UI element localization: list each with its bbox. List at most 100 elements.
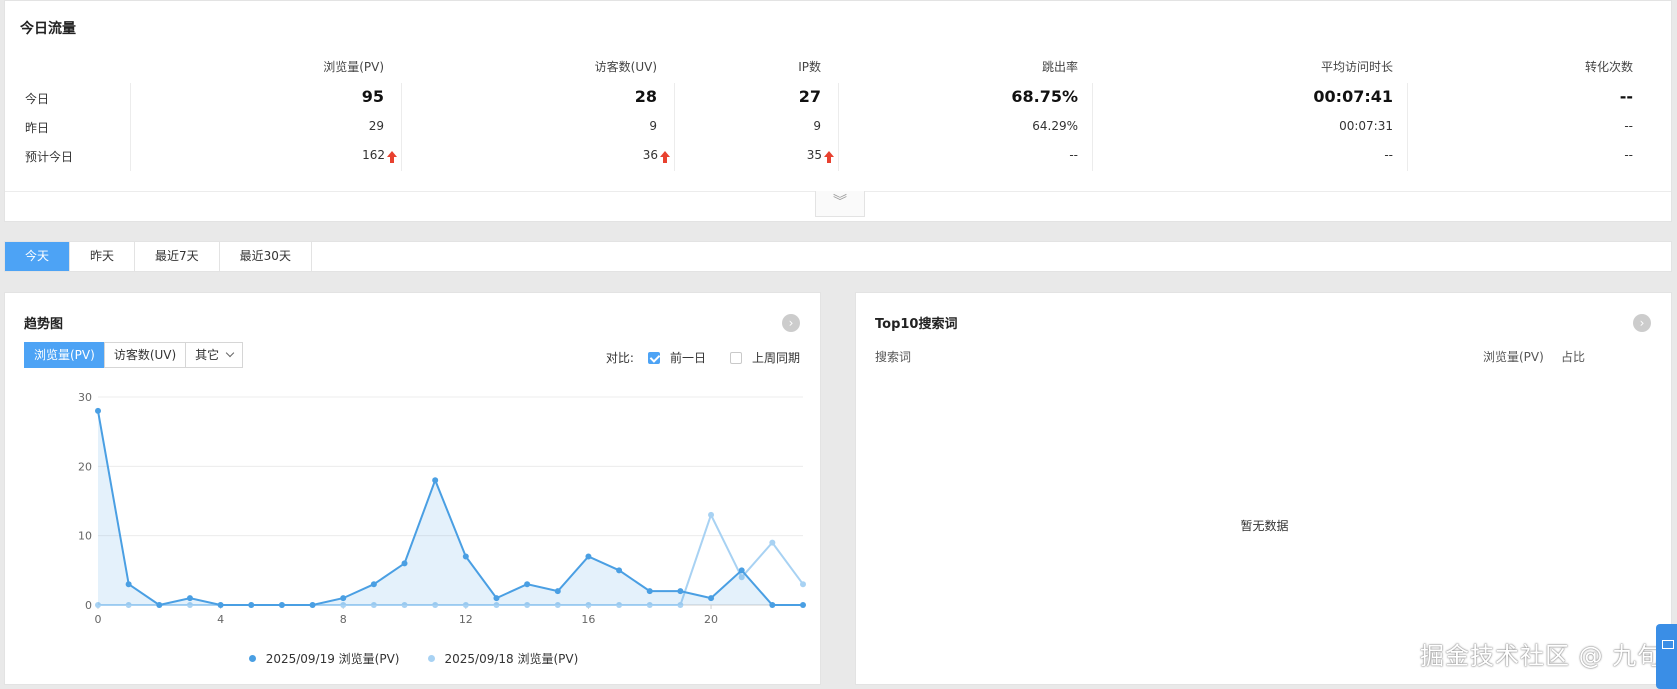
stats-table: 浏览量(PV) 访客数(UV) IP数 跳出率 平均访问时长 转化次数 今日 95… <box>5 53 1673 170</box>
col-header-conversion: 转化次数 <box>1584 60 1633 74</box>
data-point <box>646 588 653 595</box>
mail-icon <box>1662 640 1674 649</box>
col-header-pv: 浏览量(PV) <box>323 60 384 74</box>
legend-dot <box>427 655 435 662</box>
stats-row: 预计今日 162 36 35 -- -- -- <box>5 141 1673 170</box>
chart-legend: 2025/09/19 浏览量(PV) 2025/09/18 浏览量(PV) <box>5 650 822 667</box>
data-point <box>769 602 776 608</box>
data-point <box>248 602 255 608</box>
x-tick-label: 20 <box>704 613 718 626</box>
y-tick-label: 0 <box>85 599 92 612</box>
stats-cell: 95 <box>362 87 384 106</box>
watermark: 掘金技术社区 @ 九旬 <box>1420 642 1663 670</box>
column-divider <box>674 83 675 171</box>
stats-cell: -- <box>1624 148 1633 162</box>
stats-row-label: 昨日 <box>25 121 50 135</box>
data-point <box>585 553 592 560</box>
time-range-tabs: 今天 昨天 最近7天 最近30天 <box>4 241 1672 272</box>
column-divider <box>401 83 402 171</box>
stats-row-label: 今日 <box>25 92 50 106</box>
stats-value: 9 <box>649 119 657 133</box>
data-point <box>340 595 347 602</box>
stats-value: -- <box>1624 148 1633 162</box>
stats-cell: 00:07:41 <box>1313 87 1393 106</box>
chevron-right-circle-icon[interactable]: › <box>1633 314 1651 332</box>
data-point <box>95 407 101 414</box>
stats-cell: 64.29% <box>1032 119 1078 133</box>
top10-title: Top10搜索词 <box>875 317 958 332</box>
stats-value: 35 <box>806 148 822 162</box>
column-divider <box>1407 83 1408 171</box>
stats-value: 27 <box>798 87 821 106</box>
data-point <box>278 602 285 608</box>
legend-dot <box>248 655 256 662</box>
column-divider <box>130 83 131 171</box>
top10-search-panel: Top10搜索词 › 搜索词 浏览量(PV) 占比 暂无数据 <box>855 292 1672 685</box>
data-point <box>493 595 500 602</box>
y-tick-label: 30 <box>78 391 92 404</box>
x-tick-label: 16 <box>581 613 595 626</box>
tab-last-7-days[interactable]: 最近7天 <box>135 242 220 271</box>
tab-today[interactable]: 今天 <box>5 242 71 271</box>
stats-cell: 9 <box>649 119 657 133</box>
col-header-uv: 访客数(UV) <box>594 60 657 74</box>
legend-label: 2025/09/19 浏览量(PV) <box>265 652 400 666</box>
data-point <box>401 560 408 567</box>
stats-header: 浏览量(PV) 访客数(UV) IP数 跳出率 平均访问时长 转化次数 <box>5 53 1673 83</box>
stats-cell: 162 <box>362 148 397 163</box>
stats-value: -- <box>1624 119 1633 133</box>
stats-row: 今日 95 28 27 68.75% 00:07:41 -- <box>5 83 1673 112</box>
legend-item-yesterday[interactable]: 2025/09/18 浏览量(PV) <box>427 650 578 667</box>
stats-row: 昨日 29 9 9 64.29% 00:07:31 -- <box>5 112 1673 141</box>
stats-value: -- <box>1384 148 1393 162</box>
data-point <box>616 567 623 574</box>
stats-value: 29 <box>368 119 384 133</box>
data-point <box>708 595 715 602</box>
data-point <box>738 567 745 574</box>
stats-value: 00:07:41 <box>1313 87 1393 106</box>
x-tick-label: 4 <box>217 613 224 626</box>
stats-row-label: 预计今日 <box>25 150 74 164</box>
double-chevron-down-icon: ︾ <box>833 194 847 210</box>
stats-cell: 68.75% <box>1011 87 1078 106</box>
col-header-ip: IP数 <box>798 60 821 74</box>
expand-button[interactable]: ︾ <box>815 191 865 217</box>
data-point <box>800 581 806 588</box>
up-arrow-icon <box>387 151 397 163</box>
legend-item-today[interactable]: 2025/09/19 浏览量(PV) <box>248 650 400 667</box>
tab-last-30-days[interactable]: 最近30天 <box>220 242 312 271</box>
trend-chart: 0 10 20 30 0 4 8 12 16 20 <box>78 391 806 626</box>
col-header-duration: 平均访问时长 <box>1320 60 1393 74</box>
data-point <box>217 602 224 608</box>
empty-state: 暂无数据 <box>1240 519 1289 533</box>
data-point <box>554 588 561 595</box>
y-tick-label: 20 <box>78 460 92 473</box>
up-arrow-icon <box>660 151 670 163</box>
data-point <box>800 602 806 608</box>
col-header-pv: 浏览量(PV) <box>1483 350 1544 364</box>
stats-cell: 00:07:31 <box>1339 119 1393 133</box>
x-tick-label: 8 <box>340 613 347 626</box>
stats-cell: -- <box>1384 148 1393 162</box>
data-point <box>370 581 377 588</box>
col-header-keyword: 搜索词 <box>875 350 912 364</box>
stats-value: -- <box>1619 87 1633 106</box>
stats-value: 95 <box>361 87 384 106</box>
stats-value: 28 <box>634 87 657 106</box>
stats-value: 162 <box>362 148 385 162</box>
stats-value: 64.29% <box>1032 119 1078 133</box>
stats-value: 36 <box>642 148 658 162</box>
x-tick-label: 12 <box>459 613 473 626</box>
x-tick-label: 0 <box>95 613 102 626</box>
stats-cell: 29 <box>369 119 384 133</box>
data-point <box>677 588 684 595</box>
y-tick-label: 10 <box>78 530 92 543</box>
data-point <box>309 602 316 608</box>
series-area <box>98 410 803 605</box>
tab-yesterday[interactable]: 昨天 <box>70 242 136 271</box>
data-point <box>156 602 163 608</box>
stats-value: 9 <box>813 119 821 133</box>
today-traffic-title: 今日流量 <box>20 21 76 37</box>
feedback-float-tab[interactable] <box>1656 624 1677 689</box>
stats-cell: 9 <box>813 119 821 133</box>
